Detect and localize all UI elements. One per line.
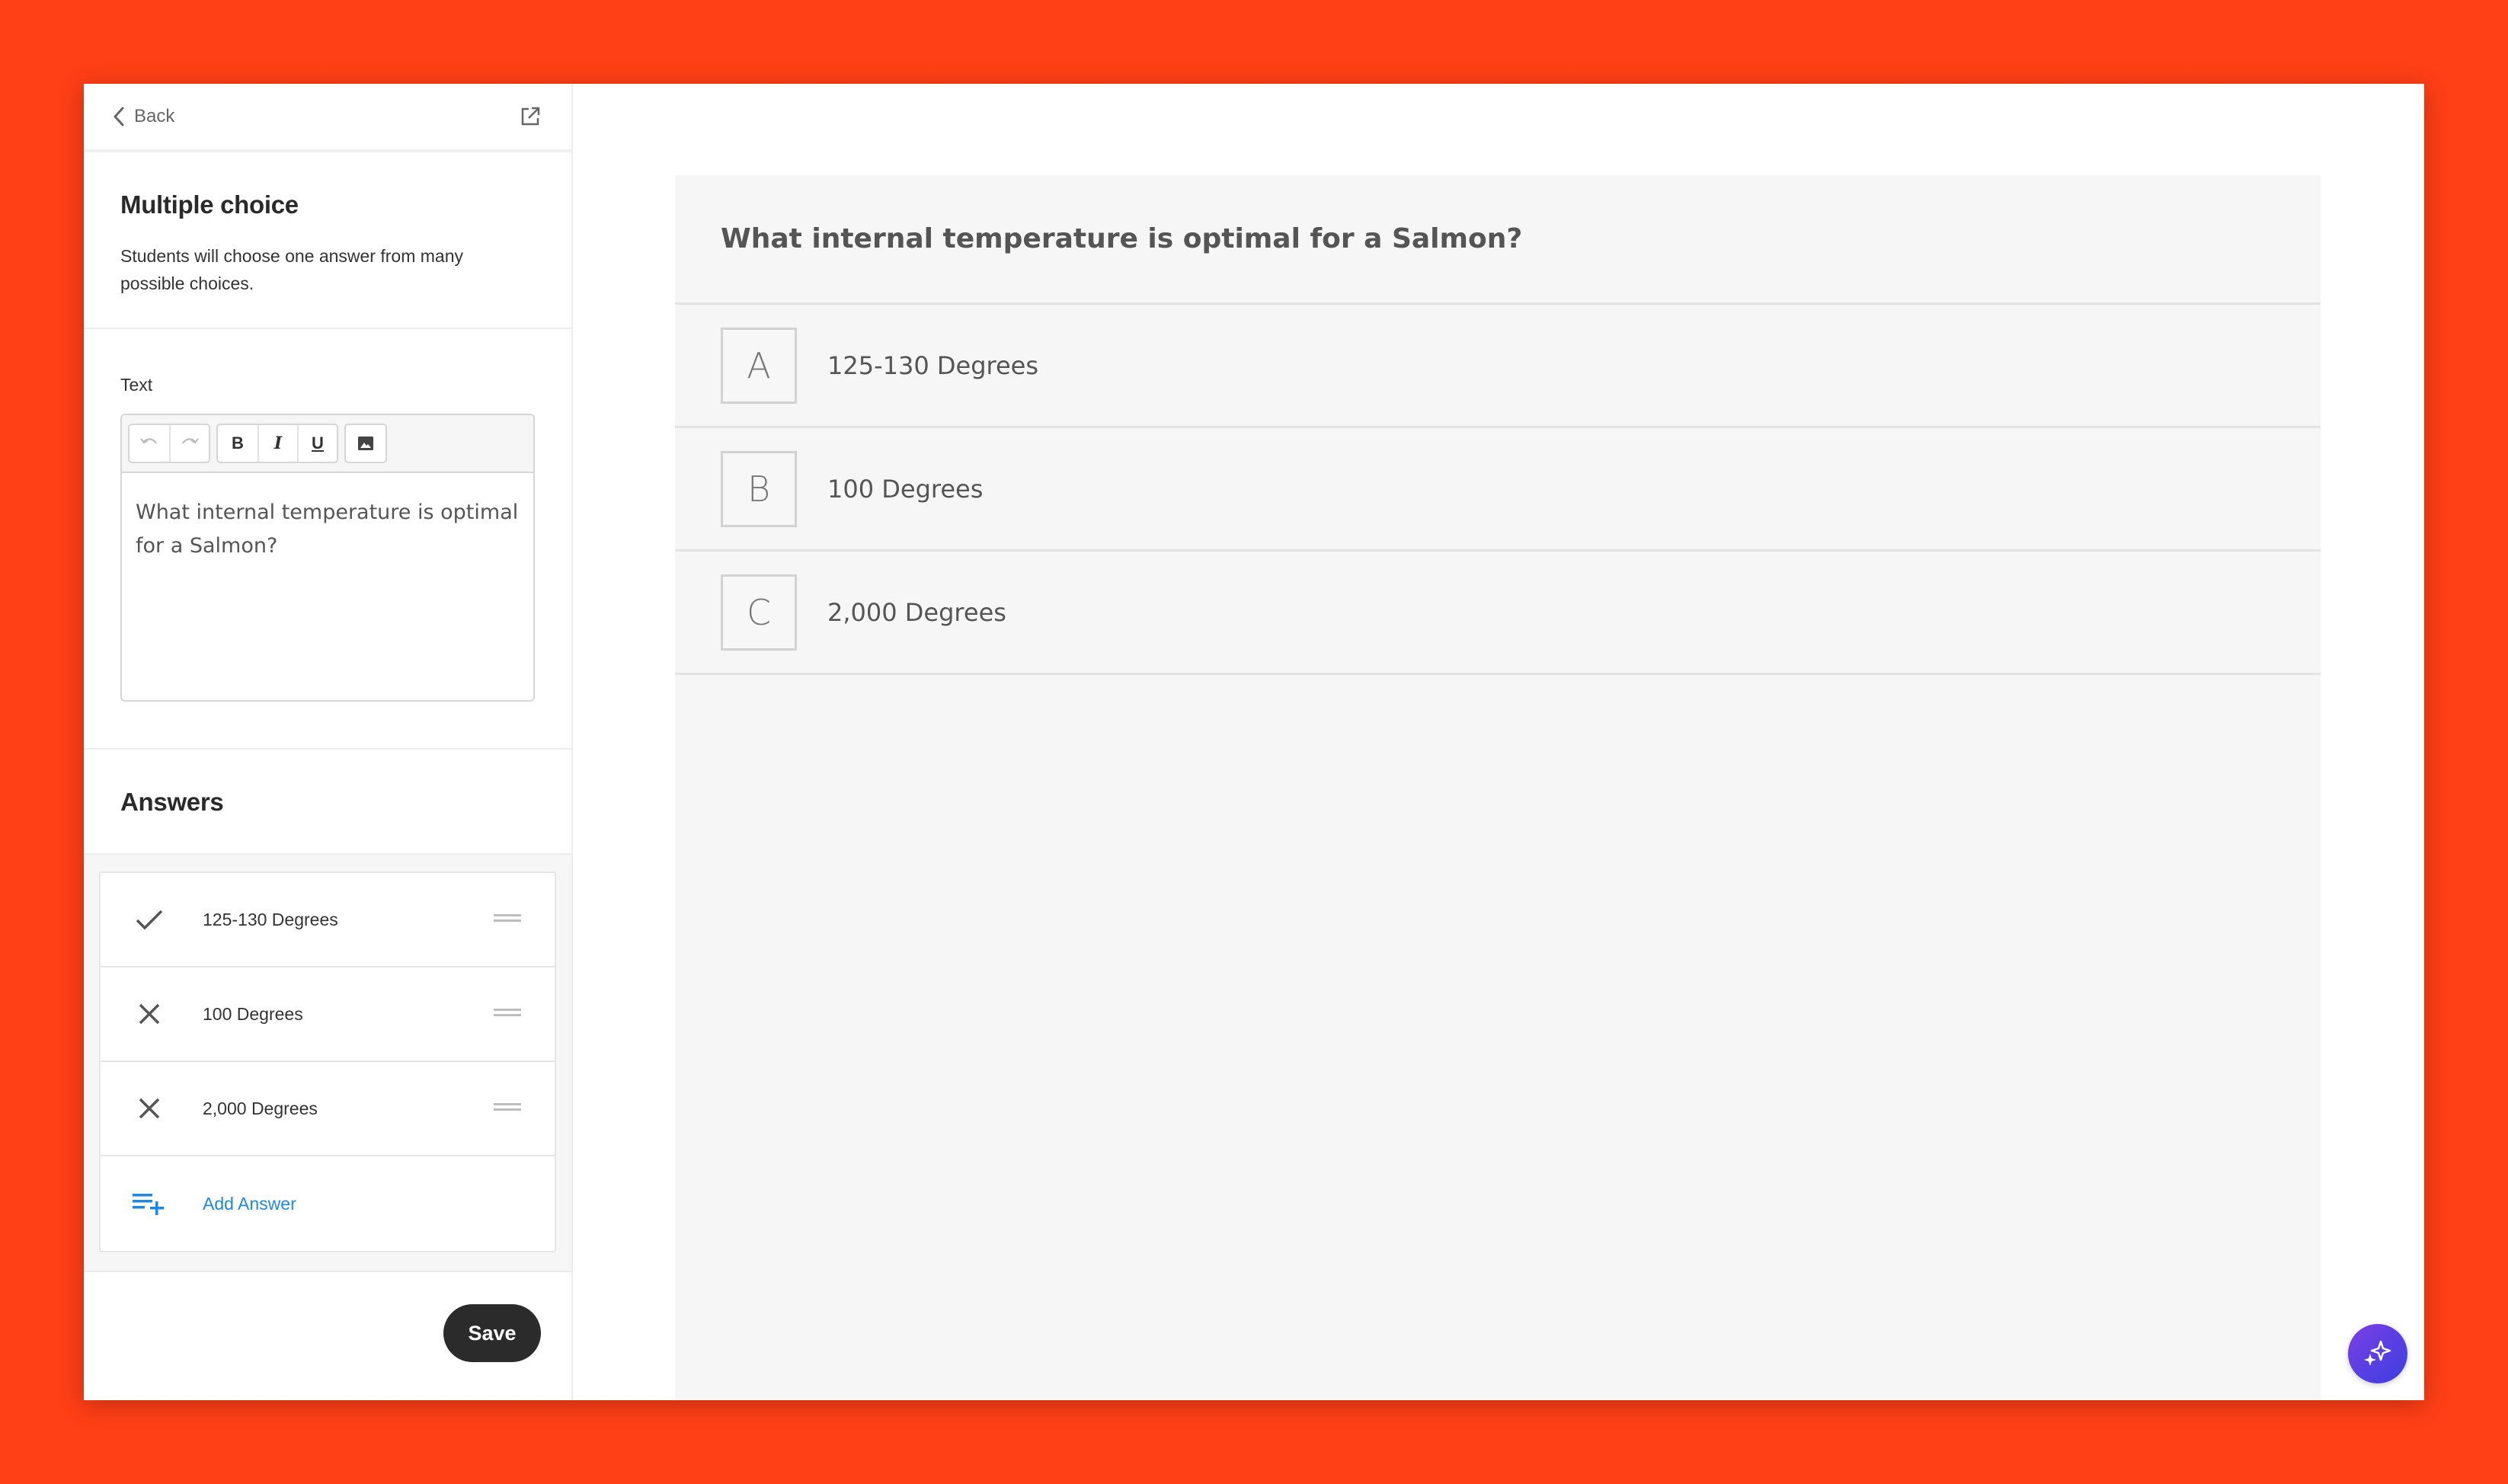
editor-sidebar: Back Multiple choice Students will choos… <box>84 84 573 1400</box>
answer-label: 2,000 Degrees <box>203 1098 318 1118</box>
close-icon[interactable] <box>133 1097 166 1120</box>
playlist-add-icon <box>133 1191 166 1217</box>
check-icon[interactable] <box>133 908 166 931</box>
preview-option[interactable]: A 125-130 Degrees <box>675 305 2321 428</box>
editor-toolbar: B I U <box>122 415 533 473</box>
insert-image-button[interactable] <box>346 425 385 462</box>
bold-button[interactable]: B <box>218 425 258 462</box>
answer-row[interactable]: 125-130 Degrees <box>101 873 555 967</box>
drag-handle-icon[interactable] <box>494 912 521 928</box>
question-type-description: Students will choose one answer from man… <box>120 246 463 293</box>
assistant-button[interactable] <box>2348 1324 2407 1383</box>
save-button[interactable]: Save <box>443 1304 541 1362</box>
editor-content[interactable]: What internal temperature is optimal for… <box>122 473 533 586</box>
history-group <box>128 424 210 463</box>
redo-button[interactable] <box>169 425 209 462</box>
add-answer-button[interactable]: Add Answer <box>101 1156 555 1251</box>
preview-option[interactable]: C 2,000 Degrees <box>675 552 2321 675</box>
answers-title: Answers <box>120 788 224 816</box>
undo-icon <box>140 438 157 444</box>
question-text-section: Text B I U What internal temperature is … <box>84 329 571 750</box>
option-letter: A <box>721 327 797 404</box>
option-text: 125-130 Degrees <box>827 350 1039 380</box>
answer-label: 100 Degrees <box>203 1003 303 1024</box>
sparkle-icon <box>2364 1340 2391 1366</box>
option-letter: B <box>721 450 797 527</box>
answer-row[interactable]: 2,000 Degrees <box>101 1062 555 1156</box>
add-answer-label: Add Answer <box>203 1193 296 1214</box>
underline-button[interactable]: U <box>297 425 337 462</box>
answer-label: 125-130 Degrees <box>203 909 338 929</box>
sidebar-footer: Save <box>84 1272 571 1400</box>
redo-icon <box>182 438 199 444</box>
question-type-intro: Multiple choice Students will choose one… <box>84 152 571 329</box>
back-button[interactable]: Back <box>113 106 174 127</box>
app-window: Back Multiple choice Students will choos… <box>84 84 2424 1400</box>
answers-header: Answers <box>84 750 571 855</box>
rich-text-editor: B I U What internal temperature is optim… <box>120 414 535 702</box>
external-link-icon[interactable] <box>520 106 541 127</box>
option-text: 2,000 Degrees <box>827 597 1006 627</box>
answer-row[interactable]: 100 Degrees <box>101 967 555 1062</box>
option-text: 100 Degrees <box>827 474 984 504</box>
italic-button[interactable]: I <box>258 425 297 462</box>
sidebar-topbar: Back <box>84 84 571 152</box>
preview-question: What internal temperature is optimal for… <box>675 175 2321 305</box>
option-letter: C <box>721 574 797 651</box>
undo-button[interactable] <box>130 425 169 462</box>
text-label: Text <box>120 375 153 395</box>
question-type-title: Multiple choice <box>120 190 299 219</box>
preview-area: What internal temperature is optimal for… <box>573 84 2424 1400</box>
preview-option[interactable]: B 100 Degrees <box>675 428 2321 552</box>
media-group <box>344 424 387 463</box>
question-preview: What internal temperature is optimal for… <box>675 175 2321 1400</box>
image-icon <box>358 437 373 450</box>
back-label: Back <box>134 106 175 126</box>
format-group: B I U <box>216 424 338 463</box>
drag-handle-icon[interactable] <box>494 1101 521 1117</box>
chevron-left-icon <box>113 107 125 126</box>
answers-list: 125-130 Degrees 100 Degrees 2,000 Degree… <box>99 872 556 1252</box>
close-icon[interactable] <box>133 1003 166 1025</box>
drag-handle-icon[interactable] <box>494 1006 521 1022</box>
answers-area: 125-130 Degrees 100 Degrees 2,000 Degree… <box>84 855 571 1272</box>
